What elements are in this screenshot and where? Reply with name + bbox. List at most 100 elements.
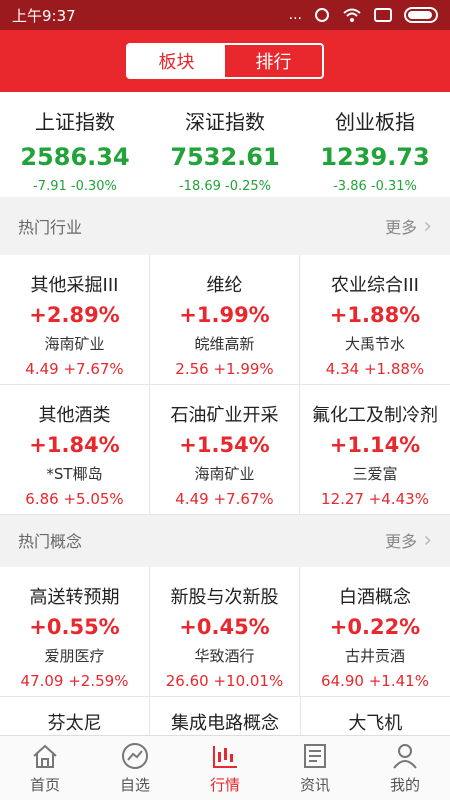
- chevron-right-icon: ›: [423, 527, 432, 553]
- more-dots-icon: ...: [288, 7, 302, 23]
- concept-card[interactable]: 白酒概念 +0.22% 古井贡酒 64.90 +1.41%: [300, 567, 450, 697]
- leading-stock: 华致酒行: [194, 647, 255, 665]
- concept-change: +0.55%: [29, 615, 120, 639]
- tab-label: 首页: [29, 775, 60, 794]
- concept-card[interactable]: 高送转预期 +0.55% 爱朋医疗 47.09 +2.59%: [0, 567, 150, 697]
- industry-header: 热门行业 更多 ›: [0, 197, 450, 255]
- industry-more-link[interactable]: 更多 ›: [385, 214, 432, 239]
- index-value: 7532.61: [170, 143, 280, 171]
- stock-quote: 2.56 +1.99%: [175, 360, 274, 378]
- stock-quote: 4.49 +7.67%: [175, 490, 274, 508]
- watchlist-icon: [122, 742, 148, 769]
- stock-quote: 47.09 +2.59%: [20, 672, 129, 690]
- index-name: 深证指数: [185, 110, 265, 134]
- market-icon: [213, 745, 237, 768]
- sim-off-icon: [374, 8, 392, 22]
- stock-quote: 64.90 +1.41%: [321, 672, 429, 690]
- index-summary: 上证指数 2586.34 -7.91 -0.30% 深证指数 7532.61 -…: [0, 92, 450, 197]
- tab-market[interactable]: 行情: [180, 736, 270, 800]
- index-value: 1239.73: [320, 143, 430, 171]
- concept-name: 白酒概念: [339, 587, 411, 608]
- concept-more-link[interactable]: 更多 ›: [385, 528, 432, 553]
- concept-change: +0.22%: [329, 615, 421, 639]
- segment-sector[interactable]: 板块: [128, 45, 225, 77]
- segment-ranking[interactable]: 排行: [225, 45, 322, 77]
- leading-stock: 爱朋医疗: [44, 647, 105, 665]
- concept-name: 高送转预期: [29, 587, 120, 608]
- top-bar: 板块 排行: [0, 30, 450, 92]
- tab-label: 我的: [389, 775, 420, 794]
- index-name: 创业板指: [335, 110, 415, 134]
- status-icons: ...: [289, 7, 438, 23]
- industry-card[interactable]: 其他酒类 +1.84% *ST椰岛 6.86 +5.05%: [0, 385, 150, 515]
- profile-icon: [393, 743, 417, 769]
- index-change: -18.69 -0.25%: [178, 179, 272, 194]
- index-change: -3.86 -0.31%: [333, 179, 417, 194]
- index-name: 上证指数: [35, 110, 115, 134]
- section-title: 热门概念: [18, 532, 83, 551]
- index-chinext[interactable]: 创业板指 1239.73 -3.86 -0.31%: [300, 92, 450, 197]
- industry-card[interactable]: 农业综合III +1.88% 大禹节水 4.34 +1.88%: [300, 255, 450, 385]
- sector-change: +1.14%: [329, 433, 421, 457]
- leading-stock: 古井贡酒: [344, 647, 405, 665]
- leading-stock: 大禹节水: [344, 335, 405, 353]
- index-shanghai[interactable]: 上证指数 2586.34 -7.91 -0.30%: [0, 92, 150, 197]
- industry-card[interactable]: 其他采掘III +2.89% 海南矿业 4.49 +7.67%: [0, 255, 150, 385]
- stock-quote: 4.49 +7.67%: [25, 360, 124, 378]
- concept-card[interactable]: 新股与次新股 +0.45% 华致酒行 26.60 +10.01%: [150, 567, 300, 697]
- industry-card[interactable]: 石油矿业开采 +1.54% 海南矿业 4.49 +7.67%: [150, 385, 300, 515]
- chevron-right-icon: ›: [423, 213, 432, 239]
- concept-grid: 高送转预期 +0.55% 爱朋医疗 47.09 +2.59% 新股与次新股 +0…: [0, 567, 450, 697]
- stock-quote: 6.86 +5.05%: [25, 490, 124, 508]
- concept-card[interactable]: 芬太尼: [0, 697, 151, 735]
- sector-change: +1.88%: [329, 303, 421, 327]
- stock-quote: 4.34 +1.88%: [325, 360, 425, 378]
- sector-name: 其他酒类: [38, 405, 111, 426]
- concept-change: +0.45%: [179, 615, 270, 639]
- bottom-tab-bar: 首页 自选 行情 资讯 我的: [0, 735, 450, 800]
- more-label: 更多: [385, 218, 418, 237]
- sector-change: +1.54%: [179, 433, 270, 457]
- index-change: -7.91 -0.30%: [33, 179, 117, 194]
- index-shenzhen[interactable]: 深证指数 7532.61 -18.69 -0.25%: [150, 92, 300, 197]
- home-icon: [33, 744, 57, 768]
- leading-stock: *ST椰岛: [46, 465, 103, 483]
- battery-icon: [404, 7, 438, 23]
- alarm-icon: [315, 8, 329, 22]
- sector-change: +1.99%: [179, 303, 270, 327]
- concept-partial-row: 芬太尼 集成电路概念 大飞机: [0, 697, 450, 735]
- sector-change: +1.84%: [29, 433, 120, 457]
- sector-name: 其他采掘III: [30, 275, 119, 296]
- index-value: 2586.34: [20, 143, 130, 171]
- stock-quote: 12.27 +4.43%: [321, 490, 429, 508]
- industry-card[interactable]: 氟化工及制冷剂 +1.14% 三爱富 12.27 +4.43%: [300, 385, 450, 515]
- sector-name: 氟化工及制冷剂: [312, 405, 438, 426]
- tab-watchlist[interactable]: 自选: [90, 736, 180, 800]
- concept-header: 热门概念 更多 ›: [0, 511, 450, 569]
- stock-quote: 26.60 +10.01%: [165, 672, 284, 690]
- leading-stock: 三爱富: [352, 465, 398, 483]
- industry-grid: 其他采掘III +2.89% 海南矿业 4.49 +7.67% 维纶 +1.99…: [0, 255, 450, 515]
- sector-name: 石油矿业开采: [170, 405, 279, 426]
- more-label: 更多: [385, 532, 418, 551]
- sector-change: +2.89%: [29, 303, 120, 327]
- tab-label: 自选: [119, 775, 150, 794]
- wifi-icon: [343, 8, 361, 22]
- tab-label: 行情: [209, 775, 240, 794]
- concept-card[interactable]: 集成电路概念: [150, 697, 301, 735]
- leading-stock: 海南矿业: [44, 335, 105, 353]
- tab-profile[interactable]: 我的: [360, 736, 450, 800]
- segmented-control: 板块 排行: [126, 43, 324, 79]
- leading-stock: 皖维高新: [194, 335, 255, 353]
- sector-name: 维纶: [206, 275, 243, 296]
- news-icon: [304, 743, 326, 768]
- status-time: 上午9:37: [12, 6, 76, 25]
- tab-news[interactable]: 资讯: [270, 736, 360, 800]
- section-title: 热门行业: [18, 218, 83, 237]
- sector-name: 农业综合III: [331, 275, 419, 296]
- concept-name: 新股与次新股: [170, 587, 279, 608]
- tab-home[interactable]: 首页: [0, 736, 90, 800]
- concept-card[interactable]: 大飞机: [301, 697, 450, 735]
- status-bar: 上午9:37 ...: [0, 0, 450, 30]
- industry-card[interactable]: 维纶 +1.99% 皖维高新 2.56 +1.99%: [150, 255, 300, 385]
